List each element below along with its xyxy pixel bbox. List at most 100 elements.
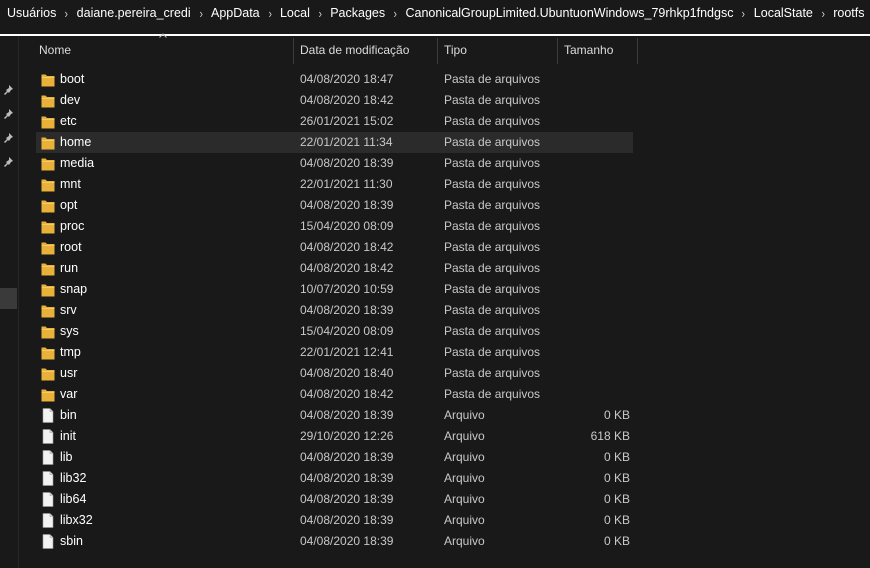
file-name: var	[60, 387, 78, 401]
list-item[interactable]: init 29/10/2020 12:26 Arquivo 618 KB	[36, 426, 633, 447]
file-date-modified: 04/08/2020 18:47	[300, 72, 394, 86]
file-date-modified: 04/08/2020 18:39	[300, 492, 394, 506]
file-date-modified: 04/08/2020 18:39	[300, 408, 394, 422]
column-resize-handle[interactable]	[637, 38, 638, 64]
file-name: srv	[60, 303, 77, 317]
folder-icon	[41, 345, 55, 360]
file-type: Pasta de arquivos	[444, 345, 541, 359]
column-resize-handle[interactable]	[293, 38, 294, 64]
list-item[interactable]: snap 10/07/2020 10:59 Pasta de arquivos	[36, 279, 633, 300]
list-item[interactable]: media 04/08/2020 18:39 Pasta de arquivos	[36, 153, 633, 174]
file-type: Arquivo	[444, 471, 485, 485]
folder-icon	[41, 135, 55, 150]
column-header-name[interactable]: Nome	[39, 38, 71, 62]
file-icon	[41, 408, 55, 423]
column-header-date[interactable]: Data de modificação	[300, 38, 409, 62]
list-item[interactable]: lib32 04/08/2020 18:39 Arquivo 0 KB	[36, 468, 633, 489]
list-item[interactable]: var 04/08/2020 18:42 Pasta de arquivos	[36, 384, 633, 405]
pane-divider[interactable]	[18, 36, 19, 568]
file-size: 0 KB	[603, 450, 630, 464]
list-item[interactable]: libx32 04/08/2020 18:39 Arquivo 0 KB	[36, 510, 633, 531]
chevron-right-icon[interactable]: ›	[814, 6, 824, 21]
file-name: root	[60, 240, 82, 254]
list-item[interactable]: mnt 22/01/2021 11:30 Pasta de arquivos	[36, 174, 633, 195]
breadcrumb-item-localstate[interactable]: LocalState	[747, 6, 813, 20]
list-item[interactable]: root 04/08/2020 18:42 Pasta de arquivos	[36, 237, 633, 258]
folder-icon	[41, 303, 55, 318]
breadcrumb-item-package[interactable]: CanonicalGroupLimited.UbuntuonWindows_79…	[398, 6, 733, 20]
file-name: tmp	[60, 345, 81, 359]
list-item[interactable]: home 22/01/2021 11:34 Pasta de arquivos	[36, 132, 633, 153]
nav-selected-item[interactable]	[0, 288, 17, 309]
chevron-right-icon[interactable]: ›	[735, 6, 745, 21]
file-icon	[41, 429, 55, 444]
file-type: Arquivo	[444, 429, 485, 443]
folder-icon	[41, 93, 55, 108]
file-date-modified: 04/08/2020 18:42	[300, 387, 394, 401]
list-item[interactable]: sys 15/04/2020 08:09 Pasta de arquivos	[36, 321, 633, 342]
column-resize-handle[interactable]	[437, 38, 438, 64]
column-header-type[interactable]: Tipo	[444, 38, 467, 62]
file-date-modified: 04/08/2020 18:39	[300, 198, 394, 212]
breadcrumb-item-user[interactable]: daiane.pereira_credi	[70, 6, 191, 20]
list-item[interactable]: run 04/08/2020 18:42 Pasta de arquivos	[36, 258, 633, 279]
file-name: mnt	[60, 177, 81, 191]
folder-icon	[41, 324, 55, 339]
address-bar-focus-line	[0, 34, 870, 36]
file-date-modified: 04/08/2020 18:39	[300, 303, 394, 317]
column-header-row: Nome Data de modificação Tipo Tamanho	[0, 38, 870, 62]
list-item[interactable]: proc 15/04/2020 08:09 Pasta de arquivos	[36, 216, 633, 237]
file-size: 0 KB	[603, 408, 630, 422]
file-date-modified: 10/07/2020 10:59	[300, 282, 394, 296]
pin-icon	[3, 108, 15, 120]
list-item[interactable]: lib64 04/08/2020 18:39 Arquivo 0 KB	[36, 489, 633, 510]
file-name: run	[60, 261, 79, 275]
folder-icon	[41, 366, 55, 381]
file-icon	[41, 534, 55, 549]
list-item[interactable]: tmp 22/01/2021 12:41 Pasta de arquivos	[36, 342, 633, 363]
list-item[interactable]: usr 04/08/2020 18:40 Pasta de arquivos	[36, 363, 633, 384]
list-item[interactable]: opt 04/08/2020 18:39 Pasta de arquivos	[36, 195, 633, 216]
list-item[interactable]: lib 04/08/2020 18:39 Arquivo 0 KB	[36, 447, 633, 468]
list-item[interactable]: sbin 04/08/2020 18:39 Arquivo 0 KB	[36, 531, 633, 552]
file-name: etc	[60, 114, 77, 128]
file-type: Arquivo	[444, 492, 485, 506]
chevron-right-icon[interactable]: ›	[58, 6, 68, 21]
breadcrumb-item-packages[interactable]: Packages	[323, 6, 385, 20]
breadcrumb-item-appdata[interactable]: AppData	[204, 6, 260, 20]
chevron-right-icon[interactable]: ›	[192, 6, 202, 21]
list-item[interactable]: etc 26/01/2021 15:02 Pasta de arquivos	[36, 111, 633, 132]
file-date-modified: 04/08/2020 18:42	[300, 240, 394, 254]
list-item[interactable]: bin 04/08/2020 18:39 Arquivo 0 KB	[36, 405, 633, 426]
file-icon	[41, 471, 55, 486]
file-type: Pasta de arquivos	[444, 282, 541, 296]
file-type: Pasta de arquivos	[444, 198, 541, 212]
breadcrumb-item-rootfs[interactable]: rootfs	[826, 6, 864, 20]
file-date-modified: 04/08/2020 18:39	[300, 534, 394, 548]
file-name: boot	[60, 72, 85, 86]
file-icon	[41, 513, 55, 528]
file-type: Pasta de arquivos	[444, 387, 541, 401]
list-item[interactable]: srv 04/08/2020 18:39 Pasta de arquivos	[36, 300, 633, 321]
column-resize-handle[interactable]	[557, 38, 558, 64]
chevron-right-icon[interactable]: ›	[261, 6, 271, 21]
file-name: opt	[60, 198, 78, 212]
list-item[interactable]: dev 04/08/2020 18:42 Pasta de arquivos	[36, 90, 633, 111]
file-date-modified: 04/08/2020 18:42	[300, 261, 394, 275]
file-name: lib64	[60, 492, 87, 506]
breadcrumb-item-local[interactable]: Local	[273, 6, 310, 20]
file-name: init	[60, 429, 76, 443]
chevron-right-icon[interactable]: ›	[386, 6, 397, 21]
file-name: sys	[60, 324, 79, 338]
file-name: proc	[60, 219, 85, 233]
folder-icon	[41, 177, 55, 192]
chevron-right-icon[interactable]: ›	[311, 6, 321, 21]
list-item[interactable]: boot 04/08/2020 18:47 Pasta de arquivos	[36, 69, 633, 90]
file-type: Pasta de arquivos	[444, 156, 541, 170]
file-type: Pasta de arquivos	[444, 72, 541, 86]
column-header-size[interactable]: Tamanho	[564, 38, 613, 62]
file-name: lib	[60, 450, 73, 464]
file-type: Pasta de arquivos	[444, 135, 541, 149]
breadcrumb-item-usuarios[interactable]: Usuários	[0, 6, 56, 20]
file-size: 0 KB	[603, 513, 630, 527]
